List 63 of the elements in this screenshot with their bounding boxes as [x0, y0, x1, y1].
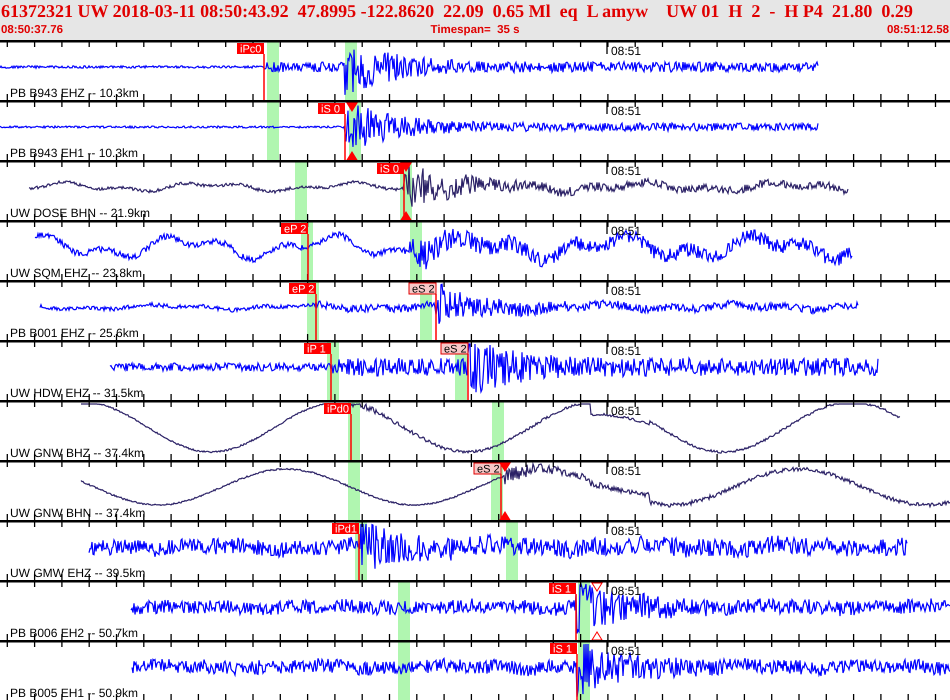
triangle-marker [499, 462, 511, 472]
triangle-marker [499, 511, 511, 520]
triangle-marker [591, 631, 603, 640]
station-label: UW SQM EHZ -- 23.8km [10, 266, 142, 280]
station-label: UW DOSE BHN -- 21.9km [10, 206, 150, 220]
start-time: 08:50:37.76 [1, 23, 64, 38]
shaded-band [295, 162, 307, 220]
pick-line [263, 54, 265, 100]
pick-line [315, 294, 317, 340]
triangle-marker [400, 211, 412, 220]
shaded-band [267, 102, 279, 160]
time-label: 08:51 [611, 524, 642, 538]
timespan-label: Timespan= 35 s [430, 23, 520, 38]
triangle-marker [400, 162, 412, 172]
time-label: 08:51 [611, 404, 642, 418]
time-label: 08:51 [611, 464, 642, 478]
time-label: 08:51 [611, 44, 642, 58]
shaded-band [348, 462, 360, 520]
pick-line [576, 654, 578, 700]
pick-line [435, 294, 437, 340]
pick-flag[interactable]: iP 1 [304, 343, 331, 356]
time-label: 08:51 [611, 164, 642, 178]
pick-flag[interactable]: eP 2 [289, 283, 316, 296]
pick-flag[interactable]: eP 2 [281, 223, 308, 236]
pick-line [350, 414, 352, 460]
shaded-band [506, 522, 518, 580]
station-label: UW GNW BHN -- 37.4km [10, 506, 146, 520]
pick-line [344, 114, 346, 160]
pick-flag[interactable]: iPd1 [332, 523, 359, 536]
station-label: PB B006 EH2 -- 50.7km [10, 626, 138, 640]
end-time: 08:51:12.58 [886, 23, 949, 38]
station-label: UW GMW EHZ -- 39.5km [10, 566, 146, 580]
time-label: 08:51 [611, 104, 642, 118]
pick-line [500, 474, 502, 520]
pick-flag[interactable]: iPd0 [324, 403, 351, 416]
time-label: 08:51 [611, 344, 642, 358]
shaded-band [492, 402, 504, 460]
time-label: 08:51 [611, 284, 642, 298]
pick-line [575, 594, 577, 640]
triangle-marker [346, 102, 358, 112]
pick-flag[interactable]: iPc0 [237, 43, 264, 56]
station-label: PB B001 EHZ -- 25.6km [10, 326, 139, 340]
pick-flag[interactable]: eS 2 [408, 282, 436, 296]
shaded-band [398, 582, 410, 640]
station-label: UW GNW BHZ -- 37.4km [10, 446, 144, 460]
pick-line [467, 354, 469, 400]
event-summary: 61372321 UW 2018-03-11 08:50:43.92 47.8995 -122.8620 22.09 0.65 Ml eq L amyw UW 01 H 2 - H P4 21.80 0.29 [0, 0, 914, 22]
pick-flag[interactable]: eS 2 [474, 462, 502, 476]
time-label: 08:51 [611, 644, 642, 658]
pick-line [358, 534, 360, 580]
pick-flag[interactable]: iS 1 [550, 643, 577, 656]
shaded-band [398, 642, 410, 700]
triangle-marker [591, 582, 603, 592]
shaded-band [267, 42, 279, 100]
triangle-marker [346, 151, 358, 160]
pick-line [330, 354, 332, 400]
pick-flag[interactable]: eS 2 [440, 342, 468, 356]
pick-flag[interactable]: iS 1 [549, 583, 576, 596]
time-label: 08:51 [611, 584, 642, 598]
station-label: PB B943 EHZ -- 10.3km [10, 86, 139, 100]
pick-line [307, 234, 309, 280]
station-label: UW HDW EHZ -- 31.5km [10, 386, 144, 400]
time-label: 08:51 [611, 224, 642, 238]
